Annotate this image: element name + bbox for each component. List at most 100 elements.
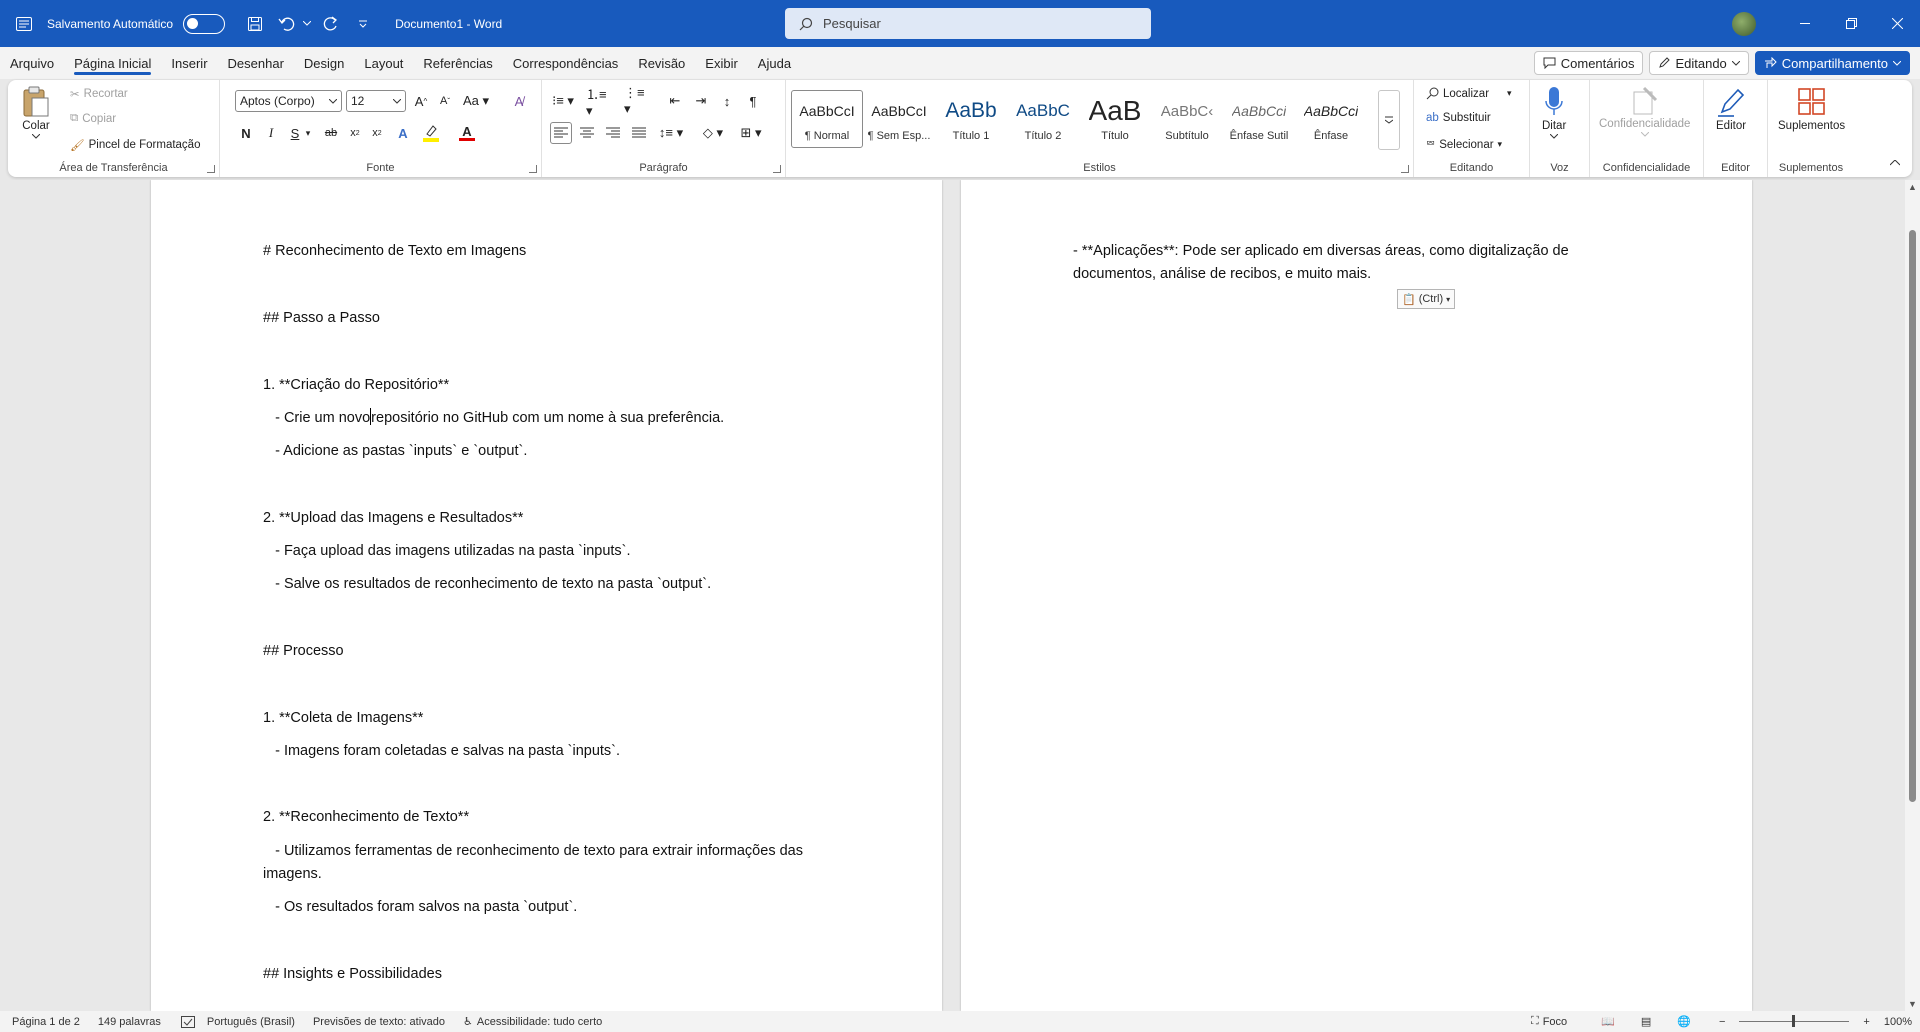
align-left-icon[interactable]	[550, 122, 572, 144]
web-layout-icon[interactable]: 🌐	[1677, 1015, 1691, 1028]
scroll-up-icon[interactable]: ▲	[1908, 182, 1917, 192]
scroll-down-icon[interactable]: ▼	[1908, 999, 1917, 1009]
style-subtle-emphasis[interactable]: AaBbCci Ênfase Sutil	[1223, 90, 1295, 148]
paragraph-launcher-icon[interactable]	[773, 165, 781, 173]
multilevel-list-icon[interactable]: ⋮≡ ▾	[624, 85, 654, 116]
font-color-button[interactable]: A	[456, 122, 478, 144]
style-normal[interactable]: AaBbCcI ¶ Normal	[791, 90, 863, 148]
share-button[interactable]: Compartilhamento	[1754, 51, 1910, 75]
tab-pagina-inicial[interactable]: Página Inicial	[64, 47, 161, 79]
word-count[interactable]: 149 palavras	[98, 1016, 161, 1028]
text-predictions[interactable]: Previsões de texto: ativado	[313, 1016, 445, 1028]
document-page-2[interactable]: - **Aplicações**: Pode ser aplicado em d…	[961, 180, 1752, 1011]
print-layout-icon[interactable]: ▤	[1641, 1015, 1651, 1028]
editor-button[interactable]: Editor	[1716, 86, 1746, 132]
tab-design[interactable]: Design	[294, 47, 354, 79]
zoom-slider[interactable]	[1739, 1015, 1850, 1027]
bullets-icon[interactable]: ⁝≡ ▾	[548, 90, 578, 112]
tab-layout[interactable]: Layout	[354, 47, 413, 79]
select-button[interactable]: ⮹ Selecionar ▾	[1426, 138, 1502, 151]
style-emphasis[interactable]: AaBbCci Ênfase	[1295, 90, 1367, 148]
style-subtitle[interactable]: AaBbC‹ Subtítulo	[1151, 90, 1223, 148]
line-spacing-icon[interactable]: ↕≡ ▾	[656, 122, 686, 144]
change-case-button[interactable]: Aa ▾	[460, 90, 492, 112]
addins-button[interactable]: Suplementos	[1778, 86, 1845, 132]
autosave-toggle[interactable]	[183, 13, 226, 34]
sort-icon[interactable]: ↕	[716, 90, 738, 112]
replace-button[interactable]: ab Substituir	[1426, 112, 1491, 124]
shading-icon[interactable]: ◇ ▾	[698, 122, 728, 144]
tab-correspondencias[interactable]: Correspondências	[503, 47, 629, 79]
increase-indent-icon[interactable]: ⇥	[690, 90, 712, 112]
styles-more-button[interactable]	[1378, 90, 1400, 150]
tab-inserir[interactable]: Inserir	[161, 47, 217, 79]
font-name-select[interactable]: Aptos (Corpo)	[235, 90, 342, 112]
paste-options-button[interactable]: 📋 (Ctrl) ▾	[1397, 289, 1456, 309]
italic-button[interactable]: I	[260, 122, 282, 144]
superscript-button[interactable]: x2	[366, 122, 388, 144]
word-app-icon[interactable]	[0, 0, 47, 47]
save-icon[interactable]	[241, 10, 269, 38]
cut-button[interactable]: ✂ Recortar	[70, 87, 128, 101]
clear-formatting-icon[interactable]: A̸	[508, 90, 530, 112]
accessibility-status[interactable]: ♿ Acessibilidade: tudo certo	[463, 1015, 602, 1029]
close-button[interactable]	[1874, 0, 1920, 47]
undo-icon[interactable]	[273, 10, 301, 38]
subscript-button[interactable]: x2	[344, 122, 366, 144]
shrink-font-button[interactable]: Aˇ	[434, 90, 456, 112]
align-right-icon[interactable]	[602, 122, 624, 144]
customize-toolbar-icon[interactable]	[349, 10, 377, 38]
font-size-select[interactable]: 12	[346, 90, 406, 112]
user-avatar[interactable]	[1732, 11, 1756, 36]
highlight-color-button[interactable]	[420, 122, 442, 144]
format-painter-button[interactable]: 🖌 Pincel de Formatação	[70, 138, 200, 152]
minimize-button[interactable]	[1782, 0, 1828, 47]
find-button[interactable]: Localizar ▾	[1426, 87, 1512, 100]
paste-button[interactable]: Colar	[22, 86, 50, 139]
align-center-icon[interactable]	[576, 122, 598, 144]
style-title[interactable]: AaB Título	[1079, 90, 1151, 148]
focus-button[interactable]: ⛶ Foco	[1531, 1015, 1567, 1028]
tab-revisao[interactable]: Revisão	[628, 47, 695, 79]
grow-font-button[interactable]: A ^	[410, 90, 432, 112]
redo-icon[interactable]	[317, 10, 345, 38]
strikethrough-button[interactable]: ab	[320, 122, 342, 144]
style-no-spacing[interactable]: AaBbCcI ¶ Sem Esp...	[863, 90, 935, 148]
tab-arquivo[interactable]: Arquivo	[0, 47, 64, 79]
style-heading-2[interactable]: AaBbC Título 2	[1007, 90, 1079, 148]
language-indicator[interactable]: Português (Brasil)	[207, 1016, 295, 1028]
zoom-level[interactable]: 100%	[1884, 1016, 1912, 1028]
proofing-icon[interactable]	[180, 1015, 195, 1028]
justify-icon[interactable]	[628, 122, 650, 144]
restore-button[interactable]	[1828, 0, 1874, 47]
comments-button[interactable]: Comentários	[1533, 51, 1644, 75]
sensitivity-button[interactable]: Confidencialidade	[1599, 86, 1690, 137]
decrease-indent-icon[interactable]: ⇤	[664, 90, 686, 112]
dictate-button[interactable]: Ditar	[1542, 86, 1566, 139]
search-box[interactable]: Pesquisar	[785, 8, 1151, 39]
numbering-icon[interactable]: ⒈≡ ▾	[586, 87, 616, 118]
clipboard-launcher-icon[interactable]	[207, 165, 215, 173]
tab-exibir[interactable]: Exibir	[695, 47, 748, 79]
document-page-1[interactable]: # Reconhecimento de Texto em Imagens ## …	[151, 180, 942, 1011]
tab-ajuda[interactable]: Ajuda	[748, 47, 801, 79]
read-mode-icon[interactable]: 📖	[1601, 1015, 1615, 1028]
tab-referencias[interactable]: Referências	[413, 47, 502, 79]
tab-desenhar[interactable]: Desenhar	[218, 47, 294, 79]
borders-icon[interactable]: ⊞ ▾	[736, 122, 766, 144]
zoom-in-icon[interactable]: +	[1863, 1016, 1869, 1028]
show-marks-icon[interactable]: ¶	[742, 90, 764, 112]
undo-dropdown-icon[interactable]	[301, 10, 313, 38]
styles-launcher-icon[interactable]	[1401, 165, 1409, 173]
collapse-ribbon-icon[interactable]	[1884, 152, 1906, 174]
underline-dropdown-icon[interactable]: ▾	[302, 122, 314, 144]
page-count[interactable]: Página 1 de 2	[12, 1016, 80, 1028]
scrollbar-thumb[interactable]	[1909, 230, 1916, 802]
editing-mode-button[interactable]: Editando	[1649, 51, 1749, 75]
text-effects-button[interactable]: A	[392, 122, 414, 144]
zoom-out-icon[interactable]: −	[1719, 1016, 1725, 1028]
style-heading-1[interactable]: AaBb Título 1	[935, 90, 1007, 148]
bold-button[interactable]: N	[235, 122, 257, 144]
copy-button[interactable]: ⧉ Copiar	[70, 112, 116, 125]
vertical-scrollbar[interactable]: ▲ ▼	[1905, 180, 1920, 1011]
